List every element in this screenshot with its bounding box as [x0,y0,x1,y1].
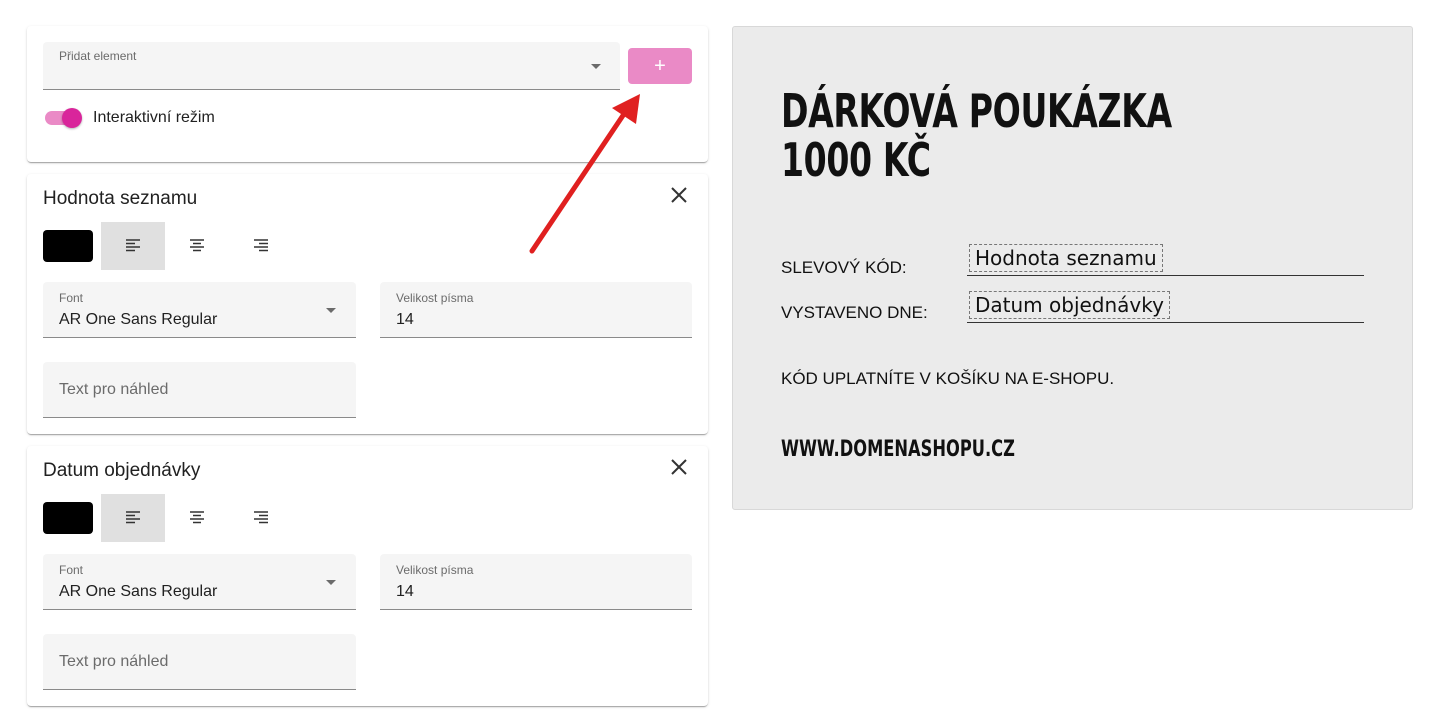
voucher-title-line2: 1000 KČ [781,133,931,187]
voucher-code-line [967,275,1364,276]
chevron-down-icon [326,308,336,313]
preview-text-placeholder: Text pro náhled [59,381,169,398]
font-label: Font [59,563,84,577]
preview-text-input[interactable]: Text pro náhled [43,634,356,690]
font-select[interactable]: Font AR One Sans Regular [43,554,356,610]
voucher-preview: DÁRKOVÁ POUKÁZKA 1000 KČ SLEVOVÝ KÓD: Ho… [732,26,1413,510]
align-left-icon [126,511,140,524]
voucher-url: WWW.DOMENASHOPU.CZ [781,437,1015,462]
color-swatch[interactable] [43,230,93,262]
voucher-note: KÓD UPLATNÍTE V KOŠÍKU NA E-SHOPU. [781,369,1115,388]
voucher-title-line1: DÁRKOVÁ POUKÁZKA [781,84,1172,138]
align-center-icon [190,511,204,524]
align-right-icon [254,511,268,524]
align-right-button[interactable] [229,494,293,542]
interactive-mode-label: Interaktivní režim [93,109,215,126]
element-title: Hodnota seznamu [43,188,198,209]
color-swatch[interactable] [43,502,93,534]
close-icon[interactable] [669,185,689,205]
annotation-arrow-icon [529,94,640,254]
font-size-value: 14 [396,311,414,328]
align-center-button[interactable] [165,222,229,270]
font-size-label: Velikost písma [396,563,474,577]
close-icon[interactable] [669,457,689,477]
chevron-down-icon [326,580,336,585]
voucher-title: DÁRKOVÁ POUKÁZKA 1000 KČ [781,87,1172,185]
align-left-icon [126,239,140,252]
interactive-mode-toggle[interactable] [62,108,82,128]
voucher-date-field[interactable]: Datum objednávky [969,291,1170,319]
chevron-down-icon [591,64,601,69]
add-element-select[interactable]: Přidat element [43,42,620,90]
align-left-button[interactable] [101,494,165,542]
font-size-input[interactable]: Velikost písma 14 [380,554,692,610]
font-size-label: Velikost písma [396,291,474,305]
voucher-code-field[interactable]: Hodnota seznamu [969,244,1163,272]
voucher-date-label: VYSTAVENO DNE: [781,303,928,322]
voucher-date-line [967,322,1364,323]
font-label: Font [59,291,84,305]
plus-icon: + [654,54,666,77]
align-right-icon [254,239,268,252]
align-center-button[interactable] [165,494,229,542]
align-right-button[interactable] [229,222,293,270]
font-value: AR One Sans Regular [59,311,218,328]
font-size-input[interactable]: Velikost písma 14 [380,282,692,338]
add-element-label: Přidat element [59,49,137,63]
font-select[interactable]: Font AR One Sans Regular [43,282,356,338]
add-element-button[interactable]: + [628,48,692,84]
preview-text-placeholder: Text pro náhled [59,653,169,670]
font-value: AR One Sans Regular [59,583,218,600]
preview-text-input[interactable]: Text pro náhled [43,362,356,418]
element-title: Datum objednávky [43,460,201,481]
font-size-value: 14 [396,583,414,600]
align-left-button[interactable] [101,222,165,270]
voucher-code-label: SLEVOVÝ KÓD: [781,258,907,277]
align-center-icon [190,239,204,252]
